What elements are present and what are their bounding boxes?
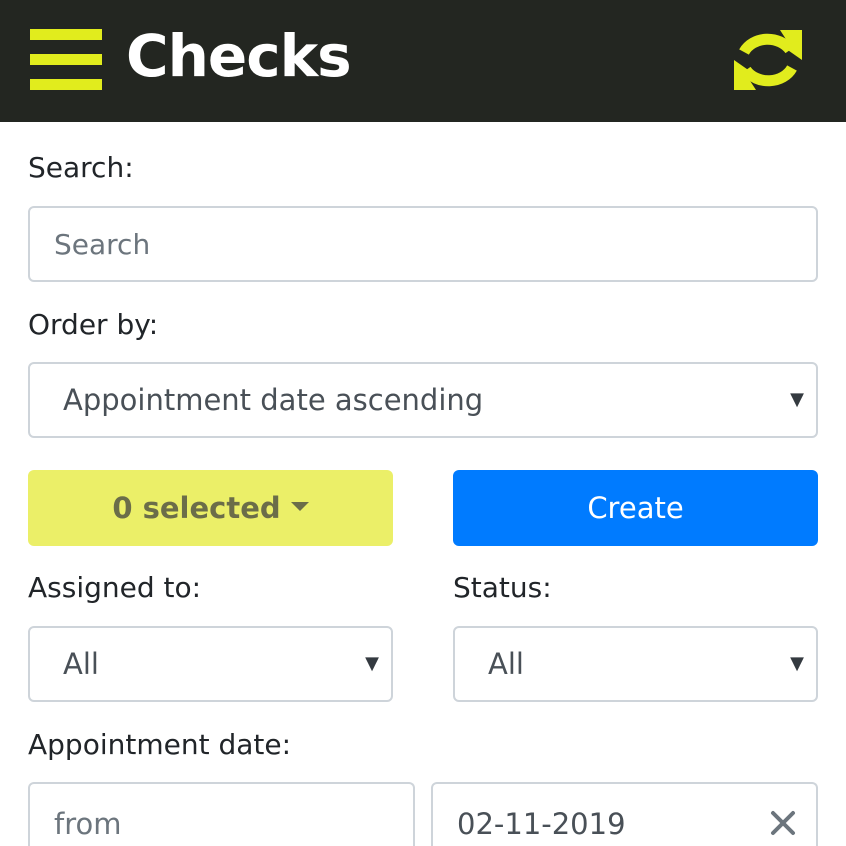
assigned-to-select[interactable]: All ▼ [28,626,393,702]
page-title: Checks [126,22,352,90]
caret-down-icon [290,501,309,511]
app-header: Checks [0,0,846,122]
appointment-date-label: Appointment date: [28,728,292,761]
search-input[interactable] [28,206,818,282]
order-by-select[interactable]: Appointment date ascending ▼ [28,362,818,438]
chevron-down-icon: ▼ [790,389,804,410]
hamburger-menu-icon[interactable] [30,29,102,91]
order-by-label: Order by: [28,308,159,341]
selected-count-label: 0 selected [112,491,281,525]
date-to-input[interactable]: 02-11-2019 [431,782,818,846]
date-from-placeholder: from [54,807,122,841]
status-label: Status: [453,571,552,604]
assigned-to-label: Assigned to: [28,571,202,604]
assigned-to-value: All [63,647,99,681]
refresh-icon[interactable] [730,22,806,98]
search-label: Search: [28,151,134,184]
chevron-down-icon: ▼ [365,653,379,674]
selected-dropdown-button[interactable]: 0 selected [28,470,393,546]
create-button[interactable]: Create [453,470,818,546]
order-by-value: Appointment date ascending [63,383,484,417]
clear-icon[interactable] [768,808,798,838]
date-from-input[interactable]: from [28,782,415,846]
status-value: All [488,647,524,681]
create-button-label: Create [587,491,684,525]
date-to-value: 02-11-2019 [457,807,626,841]
chevron-down-icon: ▼ [790,653,804,674]
status-select[interactable]: All ▼ [453,626,818,702]
